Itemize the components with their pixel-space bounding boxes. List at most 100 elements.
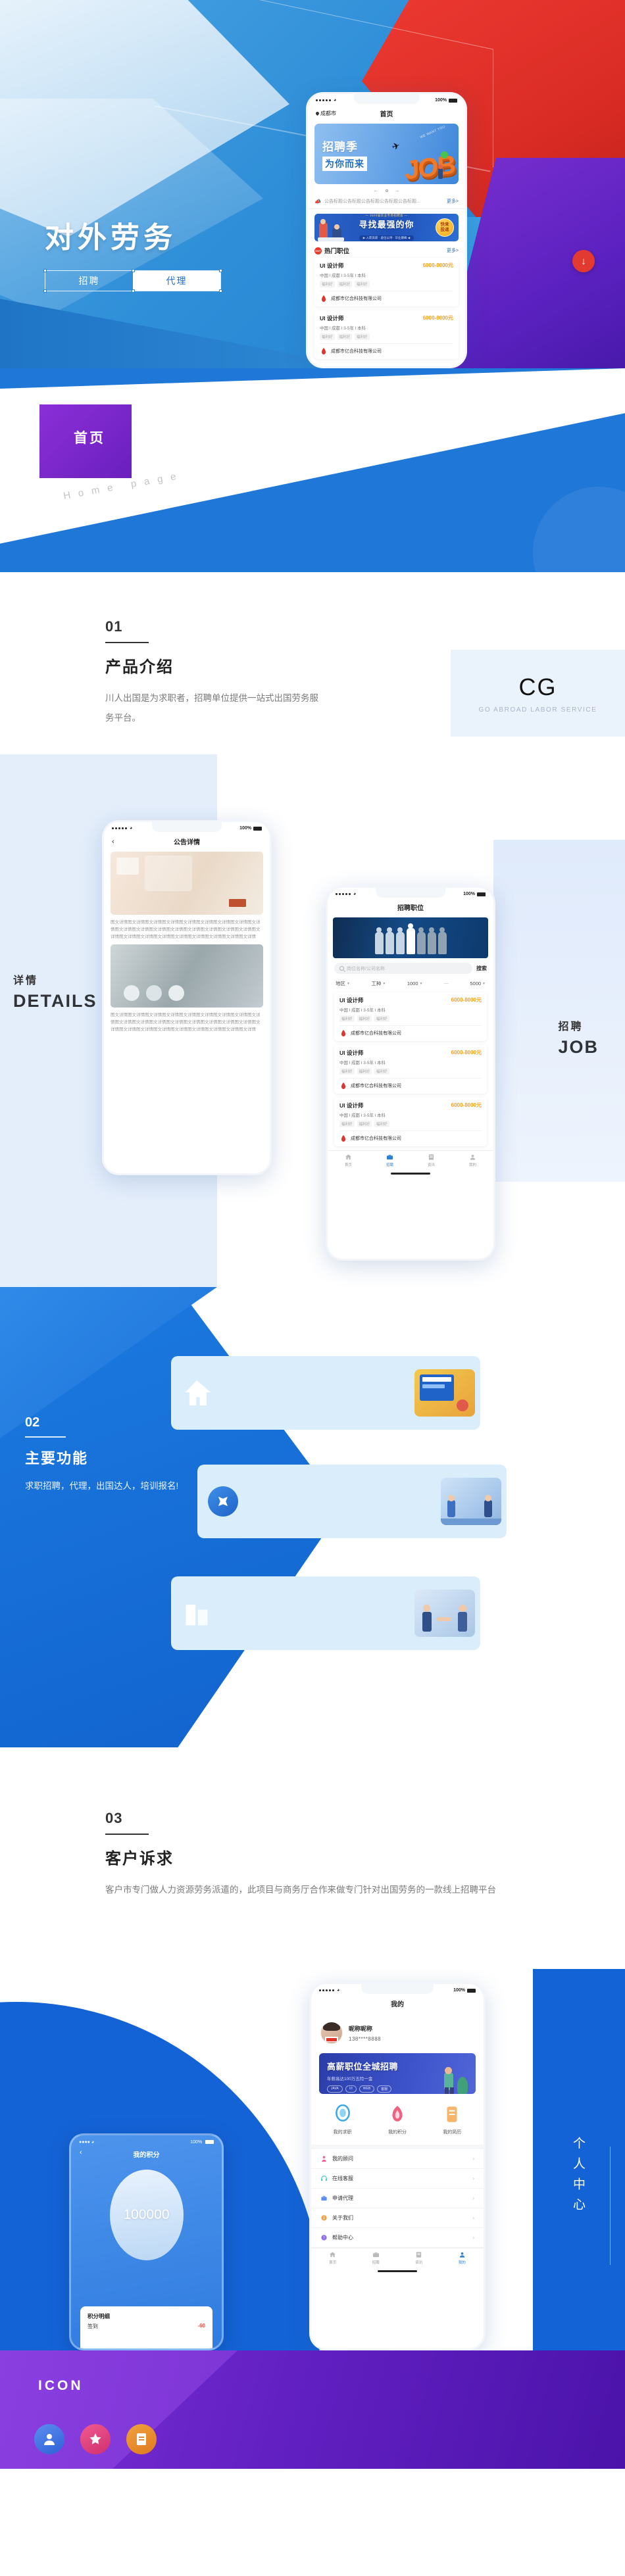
filter-worktype[interactable]: 工种 ▼ — [371, 980, 386, 987]
wifi-icon: ◕ — [353, 892, 357, 896]
job-card[interactable]: UI 设计师 中国 l 成都 l 3-5年 l 本科 6000-8000元 福利… — [334, 1045, 487, 1094]
job-salary: 6000-8000元 — [422, 262, 453, 268]
carousel-next-icon[interactable]: → — [395, 187, 400, 193]
feature-card-1[interactable] — [171, 1356, 480, 1430]
job-card[interactable]: UI 设计师 中国 l 成都 l 3-5年 l 本科 6000-8000元 福利… — [314, 310, 459, 359]
tab-label: 首页 — [329, 2261, 337, 2265]
company-name: 成都市亿合科技有限公司 — [331, 349, 382, 354]
team-chart-illustration — [441, 1478, 501, 1525]
signal-icon: ◕ — [112, 826, 132, 831]
document-icon[interactable] — [126, 2424, 157, 2454]
carousel-dot[interactable] — [385, 189, 388, 192]
person-silhouette — [374, 932, 384, 954]
hero-phone-mockup: ◕ 100% 成都市 首页 招聘季 为你而来 WE WANT YOU ✈ JOB… — [306, 92, 467, 368]
location-pin-icon — [314, 110, 320, 116]
feature-card-2[interactable] — [197, 1465, 507, 1538]
notice-bar[interactable]: 📣 公告标题公告标题公告标题公告标题公告标题... 更多> — [308, 195, 465, 209]
tab-jobs[interactable]: 招聘 — [355, 2251, 398, 2265]
scroll-down-arrow-button[interactable]: ↓ — [572, 250, 595, 272]
job-tag: 福利好 — [320, 333, 335, 340]
star-badge-icon[interactable] — [80, 2424, 111, 2454]
battery-group: 100% — [190, 2140, 214, 2145]
menu-item-agency[interactable]: 申请代理 › — [311, 2189, 484, 2208]
signal-icon: ●●●● ◕ — [79, 2140, 95, 2145]
job-tag: 福利好 — [374, 1068, 389, 1075]
tab-profile[interactable]: 我的 — [452, 1154, 493, 1167]
job-card[interactable]: UI 设计师 中国 l 成都 l 3-5年 l 本科 6000-8000元 福利… — [334, 992, 487, 1041]
phone-tabbar[interactable]: 首页 招聘 资讯 我的 — [311, 2248, 484, 2269]
quick-action-resume[interactable]: 我的简历 — [425, 2104, 480, 2135]
job-meta: 中国 l 成都 l 3-5年 l 本科 — [339, 1008, 386, 1013]
user-avatar-icon[interactable] — [34, 2424, 64, 2454]
job-tag-list: 福利好 福利好 福利好 — [320, 333, 453, 340]
profile-nickname: 昵称昵称 — [349, 2025, 373, 2032]
section-main-features: 02 主要功能 求职招聘，代理，出国达人，培训报名! — [0, 1287, 625, 1747]
banner-line-1: 招聘季 — [322, 140, 358, 153]
hero-tab-group[interactable]: 招聘 代理 — [43, 269, 222, 293]
tab-news[interactable]: 资讯 — [397, 2251, 441, 2265]
quick-action-jobs[interactable]: 我的求职 — [315, 2104, 370, 2135]
promo-banner[interactable]: — 2020届毕业专场招聘会 — 寻找最强的你 ▶ 入职高薪 · 虚位以待 · … — [314, 214, 459, 241]
promo-bottom-text: ▶ 入职高薪 · 虚位以待 · 毕业巅峰 ◀ — [359, 235, 414, 241]
profile-banner[interactable]: 高薪职位全城招聘 年薪高达100万五险一金 JAVA UI WEB 客服 — [319, 2053, 476, 2094]
section-divider — [25, 1436, 66, 1438]
notice-more-link[interactable]: 更多> — [447, 198, 459, 205]
feature-card-3[interactable] — [171, 1576, 480, 1650]
promo-main-text: 寻找最强的你 — [359, 219, 414, 230]
points-detail-card: 积分明细 签到 -60 — [80, 2306, 213, 2348]
selection-handle — [43, 289, 47, 293]
tab-jobs[interactable]: 招聘 — [369, 1154, 411, 1167]
menu-item-advisor[interactable]: 我的顾问 › — [311, 2149, 484, 2169]
tab-profile[interactable]: 我的 — [441, 2251, 484, 2265]
job-title: UI 设计师 — [339, 1102, 364, 1109]
profile-header[interactable]: 昵称昵称 138****8888 — [311, 2014, 484, 2053]
quick-action-points[interactable]: 我的积分 — [370, 2104, 424, 2135]
job-card[interactable]: UI 设计师 中国 l 成都 l 3-5年 l 本科 6000-8000元 福利… — [314, 258, 459, 306]
job-card[interactable]: UI 设计师 — [314, 363, 459, 366]
feature-icon-wrap — [171, 1367, 222, 1419]
phone-navbar: ‹ 我的积分 — [71, 2146, 222, 2166]
svg-text:?: ? — [323, 2237, 325, 2241]
company-name: 成都市亿合科技有限公司 — [351, 1031, 401, 1036]
back-button[interactable]: ‹ — [112, 838, 114, 846]
job-card[interactable]: UI 设计师 中国 l 成都 l 3-5年 l 本科 6000-8000元 福利… — [334, 1098, 487, 1146]
job-tag: 福利好 — [357, 1015, 372, 1022]
battery-group: 100% — [453, 1988, 476, 1993]
filter-salary-min[interactable]: 1000 ▼ — [407, 981, 423, 986]
filter-salary-max[interactable]: 5000 ▼ — [470, 981, 486, 986]
back-button[interactable]: ‹ — [80, 2149, 82, 2156]
chevron-right-icon: › — [472, 2195, 474, 2201]
menu-item-help[interactable]: ? 帮助中心 › — [311, 2228, 484, 2248]
job-tag: 福利好 — [355, 281, 370, 287]
carousel-controls[interactable]: ← → — [308, 184, 465, 195]
job-title: UI 设计师 — [320, 262, 344, 269]
carousel-prev-icon[interactable]: ← — [374, 187, 379, 193]
city-selector[interactable]: 成都市 — [314, 110, 336, 117]
info-icon — [321, 2215, 327, 2221]
tab-news[interactable]: 资讯 — [411, 1154, 452, 1167]
tab-home[interactable]: 首页 — [311, 2251, 355, 2265]
section-number: 03 — [105, 1810, 123, 1826]
job-label-block: 招聘 JOB — [558, 1017, 599, 1057]
phone-statusbar: ◕ 100% — [328, 888, 493, 898]
menu-item-support[interactable]: 在线客服 › — [311, 2169, 484, 2189]
tab-home[interactable]: 首页 — [328, 1154, 369, 1167]
hero-tab-agency[interactable]: 代理 — [133, 271, 220, 291]
nav-title: 公告详情 — [174, 839, 200, 846]
filter-region[interactable]: 地区 ▼ — [336, 980, 350, 987]
search-button[interactable]: 搜索 — [476, 965, 487, 972]
phone-tabbar[interactable]: 首页 招聘 资讯 我的 — [328, 1150, 493, 1171]
search-input[interactable]: 岗位名称/公司名称 — [334, 963, 472, 974]
selection-handle — [43, 269, 47, 272]
phone-statusbar: ◕ 100% — [308, 94, 465, 105]
hot-jobs-more-link[interactable]: 更多> — [447, 247, 459, 254]
promo-cta-badge[interactable]: 快来 投递 — [436, 218, 454, 237]
avatar[interactable] — [320, 2022, 343, 2044]
hero-carousel-banner[interactable]: 招聘季 为你而来 WE WANT YOU ✈ JOB — [314, 124, 459, 184]
section-divider — [105, 642, 149, 643]
menu-item-about[interactable]: 关于我们 › — [311, 2208, 484, 2228]
notice-text: 公告标题公告标题公告标题公告标题公告标题... — [324, 199, 420, 204]
avatar-sign — [325, 2037, 338, 2042]
hero-tab-recruit[interactable]: 招聘 — [45, 271, 133, 291]
hot-jobs-title: 热门职位 — [324, 248, 350, 255]
